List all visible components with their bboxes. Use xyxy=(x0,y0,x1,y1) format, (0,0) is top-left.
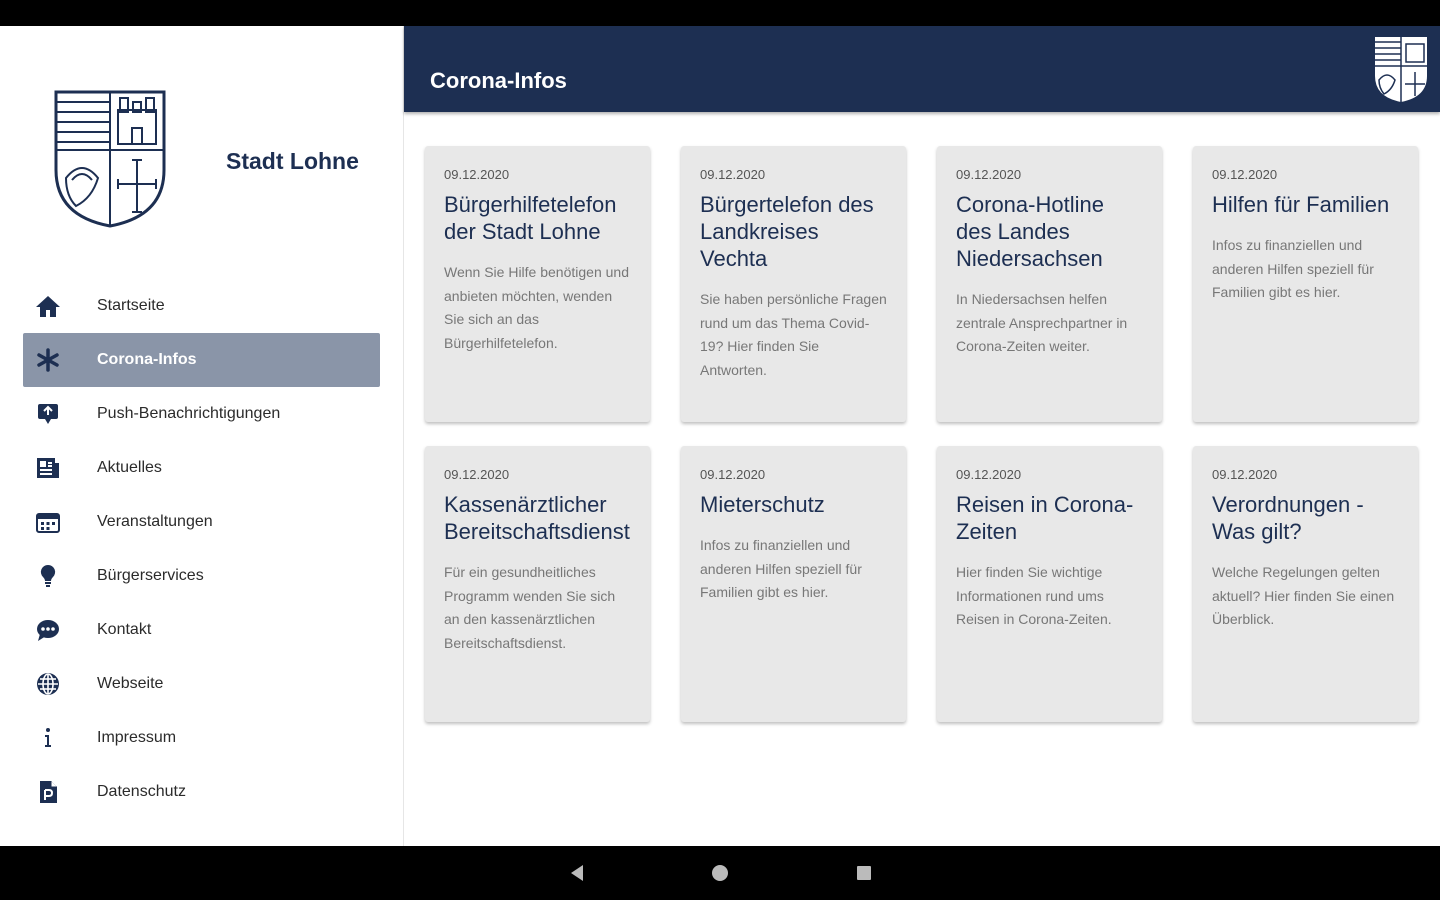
info-card[interactable]: 09.12.2020 Bürgerhilfetelefon der Stadt … xyxy=(425,146,650,422)
system-navigation-bar xyxy=(0,846,1440,900)
card-description: Für ein gesundheitliches Programm wenden… xyxy=(444,564,616,651)
recents-button[interactable] xyxy=(851,860,877,886)
card-title: Bürgerhilfetelefon der Stadt Lohne xyxy=(444,192,617,244)
app-bar: Corona-Infos xyxy=(404,26,1440,112)
sidebar-item-label: Impressum xyxy=(97,729,177,746)
push-notification-icon xyxy=(23,402,73,426)
card-description: Wenn Sie Hilfe benötigen und anbieten mö… xyxy=(444,264,629,351)
city-crest-logo xyxy=(54,90,166,228)
navigation-drawer: Stadt Lohne Startseite Corona-Infos Push… xyxy=(0,26,404,846)
asterisk-icon xyxy=(23,348,73,372)
sidebar-item-label: Aktuelles xyxy=(97,459,162,476)
info-card[interactable]: 09.12.2020 Bürgertelefon des Landkreises… xyxy=(681,146,906,422)
card-description: Infos zu finanziellen und anderen Hilfen… xyxy=(700,537,862,600)
calendar-icon xyxy=(23,510,73,534)
card-title: Kassenärztlicher Bereitschaftsdienst xyxy=(444,492,630,544)
sidebar-item-label: Webseite xyxy=(97,675,164,692)
sidebar-item-corona-infos[interactable]: Corona-Infos xyxy=(23,333,380,387)
card-title: Hilfen für Familien xyxy=(1212,192,1390,217)
card-date: 09.12.2020 xyxy=(956,167,1022,182)
newspaper-icon xyxy=(23,456,73,480)
sidebar-menu: Startseite Corona-Infos Push-Benachricht… xyxy=(23,279,380,819)
sidebar-item-label: Push-Benachrichtigungen xyxy=(97,405,281,422)
card-description: Infos zu finanziellen und anderen Hilfen… xyxy=(1212,237,1374,300)
sidebar-item-push-benachrichtigungen[interactable]: Push-Benachrichtigungen xyxy=(23,387,380,441)
card-date: 09.12.2020 xyxy=(700,167,766,182)
sidebar-item-kontakt[interactable]: Kontakt xyxy=(23,603,380,657)
back-button[interactable] xyxy=(564,860,590,886)
info-card[interactable]: 09.12.2020 Hilfen für Familien Infos zu … xyxy=(1193,146,1418,422)
card-date: 09.12.2020 xyxy=(956,467,1022,482)
home-circle-icon xyxy=(712,865,728,881)
card-title: Reisen in Corona-Zeiten xyxy=(956,492,1134,544)
sidebar-item-label: Startseite xyxy=(97,297,165,314)
card-date: 09.12.2020 xyxy=(444,467,510,482)
page-title: Corona-Infos xyxy=(430,68,567,93)
home-icon xyxy=(23,294,73,318)
card-title: Mieterschutz xyxy=(700,492,825,517)
main-content: Corona-Infos 09.12.2020 Bürgerhilfetelef… xyxy=(404,26,1440,846)
sidebar-item-impressum[interactable]: Impressum xyxy=(23,711,380,765)
card-description: Hier finden Sie wichtige Informationen r… xyxy=(956,564,1112,627)
status-bar xyxy=(0,0,1440,26)
sidebar-item-buergerservices[interactable]: Bürgerservices xyxy=(23,549,380,603)
card-title: Verordnungen - Was gilt? xyxy=(1212,492,1364,544)
back-triangle-icon xyxy=(571,865,583,881)
card-title: Bürgertelefon des Landkreises Vechta xyxy=(700,192,874,271)
info-card[interactable]: 09.12.2020 Corona-Hotline des Landes Nie… xyxy=(937,146,1162,422)
info-card[interactable]: 09.12.2020 Mieterschutz Infos zu finanzi… xyxy=(681,446,906,722)
city-name: Stadt Lohne xyxy=(226,148,359,174)
sidebar-item-label: Corona-Infos xyxy=(97,351,197,368)
sidebar-item-label: Veranstaltungen xyxy=(97,513,213,530)
sidebar-item-webseite[interactable]: Webseite xyxy=(23,657,380,711)
app-window: Stadt Lohne Startseite Corona-Infos Push… xyxy=(0,26,1440,846)
card-description: In Niedersachsen helfen zentrale Ansprec… xyxy=(956,291,1128,354)
document-icon xyxy=(23,779,73,805)
card-date: 09.12.2020 xyxy=(700,467,766,482)
sidebar-item-label: Datenschutz xyxy=(97,783,186,800)
card-description: Sie haben persönliche Fragen rund um das… xyxy=(700,291,887,378)
sidebar-item-datenschutz[interactable]: Datenschutz xyxy=(23,765,380,819)
info-card[interactable]: 09.12.2020 Reisen in Corona-Zeiten Hier … xyxy=(937,446,1162,722)
info-icon xyxy=(23,726,73,750)
globe-icon xyxy=(23,671,73,697)
card-date: 09.12.2020 xyxy=(1212,467,1278,482)
card-title: Corona-Hotline des Landes Niedersachsen xyxy=(956,192,1104,271)
info-card[interactable]: 09.12.2020 Kassenärztlicher Bereitschaft… xyxy=(425,446,650,722)
card-date: 09.12.2020 xyxy=(444,167,510,182)
sidebar-item-startseite[interactable]: Startseite xyxy=(23,279,380,333)
sidebar-item-veranstaltungen[interactable]: Veranstaltungen xyxy=(23,495,380,549)
lightbulb-icon xyxy=(23,564,73,588)
home-button[interactable] xyxy=(707,860,733,886)
card-description: Welche Regelungen gelten aktuell? Hier f… xyxy=(1212,564,1395,627)
sidebar-item-aktuelles[interactable]: Aktuelles xyxy=(23,441,380,495)
city-crest-logo-small xyxy=(1373,35,1429,104)
card-date: 09.12.2020 xyxy=(1212,167,1278,182)
chat-icon xyxy=(23,618,73,642)
info-card[interactable]: 09.12.2020 Verordnungen - Was gilt? Welc… xyxy=(1193,446,1418,722)
sidebar-item-label: Bürgerservices xyxy=(97,567,204,584)
recents-square-icon xyxy=(857,866,871,880)
sidebar-item-label: Kontakt xyxy=(97,621,152,638)
